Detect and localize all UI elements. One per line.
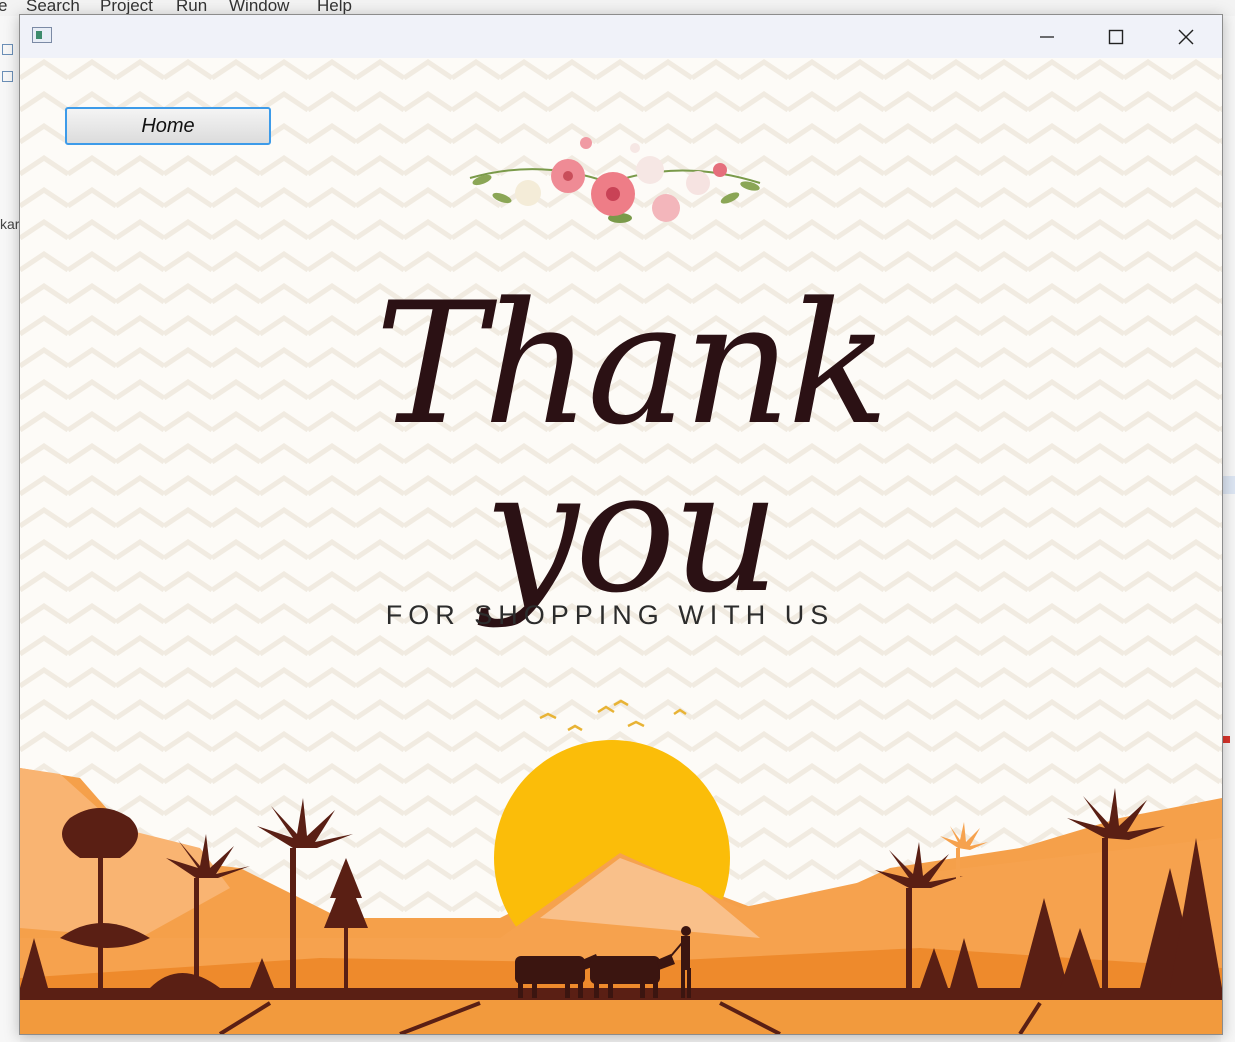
thank-you-title: Thank you bbox=[374, 266, 889, 630]
menu-item-search[interactable]: Search bbox=[26, 0, 80, 14]
maximize-icon bbox=[1108, 29, 1124, 44]
ide-selection-marker bbox=[1221, 476, 1235, 494]
ide-right-panel bbox=[1221, 16, 1235, 1042]
close-icon bbox=[1178, 29, 1194, 44]
menu-item-run[interactable]: Run bbox=[176, 0, 207, 14]
home-button[interactable]: Home bbox=[65, 107, 271, 145]
thank-you-card: Home Thank you FOR SHOPPING WITH US bbox=[20, 58, 1222, 1034]
close-button[interactable] bbox=[1163, 15, 1209, 58]
menu-item-edit[interactable]: e bbox=[0, 0, 7, 14]
ide-left-panel: kar bbox=[0, 16, 20, 1042]
java-app-icon bbox=[32, 27, 52, 43]
menu-item-window[interactable]: Window bbox=[229, 0, 289, 14]
menu-item-project[interactable]: Project bbox=[100, 0, 153, 14]
title-bar[interactable] bbox=[20, 15, 1222, 58]
menu-item-help[interactable]: Help bbox=[317, 0, 352, 14]
toolbar-icon[interactable] bbox=[2, 44, 13, 55]
minimize-button[interactable] bbox=[1024, 15, 1070, 58]
error-marker-icon bbox=[1223, 736, 1230, 743]
ide-side-text: kar bbox=[0, 216, 20, 232]
thank-you-subtitle: FOR SHOPPING WITH US bbox=[385, 600, 835, 630]
minimize-icon bbox=[1040, 35, 1054, 38]
thank-you-window: Home Thank you FOR SHOPPING WITH US bbox=[19, 14, 1223, 1035]
file-icon[interactable] bbox=[2, 71, 13, 82]
maximize-button[interactable] bbox=[1093, 15, 1139, 58]
